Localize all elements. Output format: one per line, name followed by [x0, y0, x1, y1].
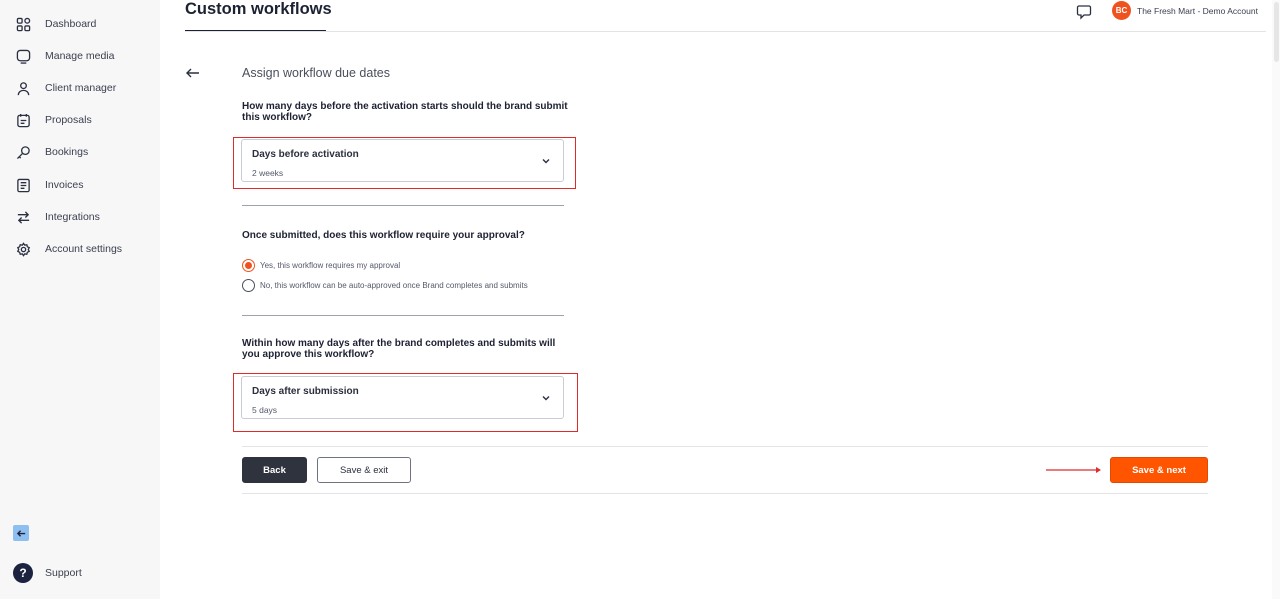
arrow-left-icon	[16, 529, 25, 537]
chevron-down-icon	[542, 396, 550, 401]
sidebar-item-integrations[interactable]: Integrations	[14, 206, 100, 228]
days-after-submission-select[interactable]: Days after submission 5 days	[241, 376, 564, 419]
section-divider	[242, 205, 564, 206]
proposal-icon	[14, 111, 32, 129]
user-icon	[14, 79, 32, 97]
annotation-arrow-icon	[1046, 467, 1101, 473]
save-exit-button[interactable]: Save & exit	[317, 457, 411, 483]
chat-icon[interactable]	[1076, 4, 1092, 20]
scrollbar-thumb[interactable]	[1274, 2, 1279, 62]
section-title: Assign workflow due dates	[242, 66, 390, 80]
help-icon: ?	[13, 563, 33, 583]
support-label: Support	[45, 567, 82, 579]
avatar[interactable]: BC	[1112, 1, 1131, 20]
question-approval: Once submitted, does this workflow requi…	[242, 230, 525, 241]
page-title: Custom workflows	[185, 0, 332, 18]
collapse-sidebar-button[interactable]	[13, 525, 29, 541]
invoice-icon	[14, 176, 32, 194]
header-divider	[185, 31, 1266, 32]
sidebar-item-label: Client manager	[45, 82, 117, 94]
sidebar: Dashboard Manage media Client manager Pr…	[0, 0, 160, 599]
media-icon	[14, 47, 32, 65]
sidebar-item-manage-media[interactable]: Manage media	[14, 45, 114, 67]
scrollbar[interactable]	[1272, 0, 1280, 599]
key-icon	[14, 143, 32, 161]
section-divider	[242, 315, 564, 316]
radio-button-selected[interactable]	[242, 259, 255, 272]
sidebar-item-label: Dashboard	[45, 18, 97, 30]
question-days-before: How many days before the activation star…	[242, 101, 568, 123]
grid-icon	[14, 15, 32, 33]
sidebar-item-proposals[interactable]: Proposals	[14, 109, 92, 131]
radio-button[interactable]	[242, 279, 255, 292]
days-before-activation-select[interactable]: Days before activation 2 weeks	[241, 139, 564, 182]
support-link[interactable]: ? Support	[13, 563, 82, 583]
footer-divider	[242, 446, 1208, 447]
chevron-down-icon	[542, 159, 550, 164]
select-value: 5 days	[252, 405, 278, 415]
save-next-button[interactable]: Save & next	[1110, 457, 1208, 483]
radio-auto-approve[interactable]: No, this workflow can be auto-approved o…	[242, 279, 528, 292]
gear-icon	[14, 240, 32, 258]
radio-label: Yes, this workflow requires my approval	[260, 261, 401, 270]
select-value: 2 weeks	[252, 168, 284, 178]
sidebar-item-label: Manage media	[45, 50, 115, 62]
arrows-icon	[14, 208, 32, 226]
sidebar-item-label: Invoices	[45, 179, 84, 191]
radio-requires-approval[interactable]: Yes, this workflow requires my approval	[242, 259, 400, 272]
sidebar-item-invoices[interactable]: Invoices	[14, 174, 84, 196]
sidebar-item-label: Account settings	[45, 243, 123, 255]
sidebar-item-label: Bookings	[45, 146, 89, 158]
sidebar-item-account-settings[interactable]: Account settings	[14, 238, 122, 260]
footer-divider	[242, 493, 1208, 494]
sidebar-item-dashboard[interactable]: Dashboard	[14, 13, 96, 35]
sidebar-item-client-manager[interactable]: Client manager	[14, 77, 116, 99]
account-name[interactable]: The Fresh Mart - Demo Account	[1137, 6, 1258, 16]
question-days-after: Within how many days after the brand com…	[242, 338, 556, 360]
back-button[interactable]: Back	[242, 457, 307, 483]
sidebar-item-label: Proposals	[45, 114, 92, 126]
radio-label: No, this workflow can be auto-approved o…	[260, 281, 528, 290]
back-arrow-icon[interactable]	[185, 65, 201, 81]
sidebar-item-label: Integrations	[45, 211, 100, 223]
sidebar-item-bookings[interactable]: Bookings	[14, 141, 88, 163]
select-label: Days before activation	[252, 149, 359, 160]
select-label: Days after submission	[252, 386, 359, 397]
